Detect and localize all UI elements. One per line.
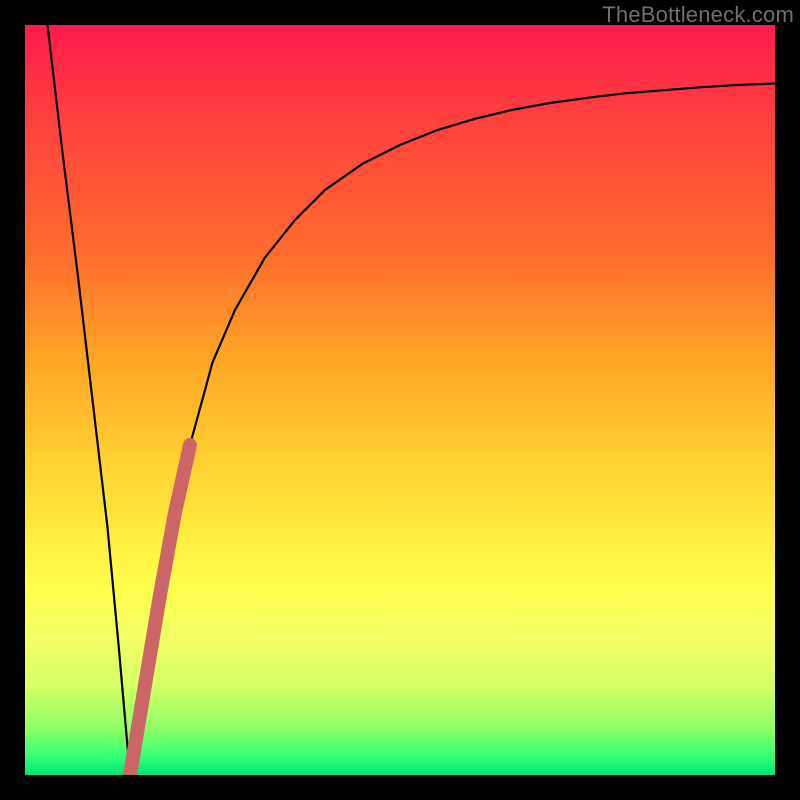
watermark-text: TheBottleneck.com [602, 2, 794, 28]
plot-area [25, 25, 775, 775]
bottleneck-curve [48, 25, 776, 775]
curve-layer [25, 25, 775, 775]
highlight-segment [130, 445, 190, 775]
chart-frame: TheBottleneck.com [0, 0, 800, 800]
